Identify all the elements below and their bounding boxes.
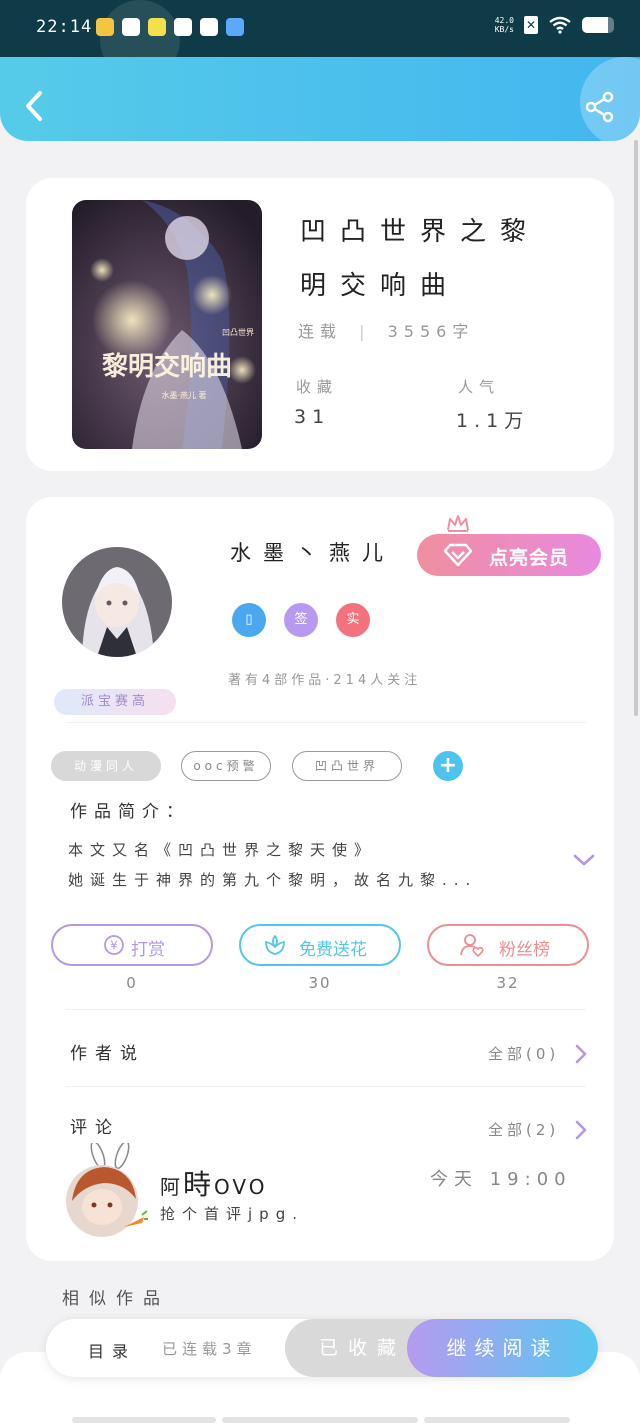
add-tag-button[interactable]: + [433, 751, 463, 781]
diamond-icon [443, 543, 473, 567]
book-title-line1: 凹凸世界之黎 [300, 217, 541, 247]
intro-line: 本文又名《凹凸世界之黎天使》 [68, 841, 377, 859]
similar-item-placeholder [222, 1417, 418, 1423]
comments-title: 评论 [70, 1118, 120, 1138]
chapter-count: 已连载3章 [162, 1340, 257, 1358]
author-detail-card: 派宝赛高 水墨丶燕儿 点亮会员 ▯ 签实 著有4部作品·214人关注 动漫同人 o… [26, 497, 614, 1261]
commenter-name-suffix: OVO [214, 1175, 268, 1199]
comment-time: 今天 19:00 [430, 1169, 572, 1190]
status-time: 22:14 [36, 17, 93, 37]
popularity-value: 1.1万 [456, 410, 530, 432]
vip-button-label: 点亮会员 [489, 547, 570, 569]
status-bar: 22:14 42.0 KB/s ✕ [0, 0, 640, 80]
intro-title: 作品简介： [70, 802, 190, 822]
book-cover-image[interactable]: 黎明交响曲 凹凸世界 水墨·燕儿 著 [72, 200, 262, 449]
divider [66, 722, 586, 723]
wifi-icon [549, 16, 571, 34]
status-right: 42.0 KB/s ✕ [495, 16, 614, 34]
net-speed-value: 42.0 [494, 16, 514, 25]
author-name[interactable]: 水墨丶燕儿 [230, 537, 395, 567]
favorites-value: 31 [294, 406, 331, 428]
tip-button[interactable]: ¥ 打赏 [51, 924, 213, 966]
genre-tag[interactable]: 凹凸世界 [292, 751, 402, 781]
comment-text: 抢个首评jpg. [160, 1205, 304, 1223]
similar-item-placeholder [72, 1417, 216, 1423]
chevron-down-icon[interactable] [573, 853, 595, 867]
table-of-contents-button[interactable]: 目录 [88, 1338, 136, 1362]
genre-tag[interactable]: ooc预警 [181, 751, 271, 781]
meta-divider: | [359, 322, 371, 341]
comments-all-link[interactable]: 全部(2) [488, 1119, 559, 1140]
author-fan-badge: 派宝赛高 [54, 689, 176, 715]
author-says-title: 作者说 [70, 1044, 145, 1064]
flower-icon [265, 935, 285, 955]
tip-count: 0 [126, 974, 138, 992]
send-flower-label: 免费送花 [299, 940, 367, 960]
tip-label: 打赏 [131, 940, 165, 960]
similar-item-placeholder [424, 1417, 570, 1423]
genre-tag[interactable]: 动漫同人 [51, 751, 161, 781]
cover-subtitle-text: 凹凸世界 [222, 327, 254, 337]
k-app-icon [226, 18, 244, 36]
notification-icons [96, 18, 244, 36]
fan-user-icon [460, 934, 484, 958]
author-says-all-link[interactable]: 全部(0) [488, 1043, 559, 1064]
cover-title-text: 黎明交响曲 [102, 351, 232, 382]
favorites-label: 收藏 [296, 378, 339, 396]
no-sim-icon: ✕ [524, 16, 538, 34]
battery-icon [582, 17, 614, 33]
scrollbar[interactable] [634, 140, 638, 716]
divider [66, 1086, 586, 1087]
commenter-name-big: 時 [183, 1168, 215, 1201]
net-speed-unit: KB/s [494, 25, 514, 34]
chevron-right-icon[interactable] [574, 1119, 588, 1141]
book-meta: 连载 | 3556字 [298, 318, 474, 342]
author-works-info: 著有4部作品·214人关注 [228, 673, 422, 688]
commenter-name[interactable]: 阿時OVO [160, 1163, 267, 1203]
fan-count: 32 [496, 974, 520, 992]
book-status: 连载 [298, 322, 343, 341]
cover-author-text: 水墨·燕儿 著 [161, 390, 206, 400]
shield-icon [174, 18, 192, 36]
author-avatar[interactable] [62, 547, 172, 657]
divider [66, 1009, 586, 1010]
chevron-right-icon[interactable] [574, 1043, 588, 1065]
author-tag-badge[interactable]: 签 [284, 603, 318, 637]
popularity-label: 人气 [458, 378, 501, 396]
book-title-line2: 明交响曲 [300, 271, 461, 301]
author-tag-badge[interactable]: ▯ [232, 603, 266, 637]
book-word-count: 3556字 [387, 322, 475, 341]
fan-ranking-label: 粉丝榜 [499, 940, 550, 960]
send-flower-button[interactable]: 免费送花 [239, 924, 401, 966]
wechat-icon [122, 18, 140, 36]
crown-icon [447, 515, 469, 532]
top-header [0, 57, 640, 141]
continue-reading-button[interactable]: 继续阅读 [407, 1319, 598, 1377]
svg-text:¥: ¥ [110, 939, 118, 953]
bottom-action-bar: 目录 已连载3章 已收藏 继续阅读 [46, 1319, 598, 1377]
yen-coin-icon: ¥ [104, 935, 124, 955]
compass-icon [200, 18, 218, 36]
intro-line: 她诞生于神界的第九个黎明，故名九黎... [68, 871, 478, 889]
back-arrow-icon[interactable] [20, 85, 50, 125]
fan-ranking-button[interactable]: 粉丝榜 [427, 924, 589, 966]
author-tag-badge[interactable]: 实 [336, 603, 370, 637]
commenter-name-prefix: 阿 [160, 1175, 183, 1199]
light-up-vip-button[interactable]: 点亮会员 [417, 534, 601, 576]
book-info-card: 黎明交响曲 凹凸世界 水墨·燕儿 著 凹凸世界之黎 明交响曲 连载 | 3556… [26, 178, 614, 471]
net-speed: 42.0 KB/s [495, 16, 514, 34]
share-icon[interactable] [584, 91, 616, 123]
commenter-avatar[interactable] [64, 1140, 148, 1237]
similar-works-title: 相似作品 [62, 1289, 170, 1309]
cartoon-app-icon [96, 18, 114, 36]
flower-count: 30 [308, 974, 332, 992]
emoji-app-icon [148, 18, 166, 36]
